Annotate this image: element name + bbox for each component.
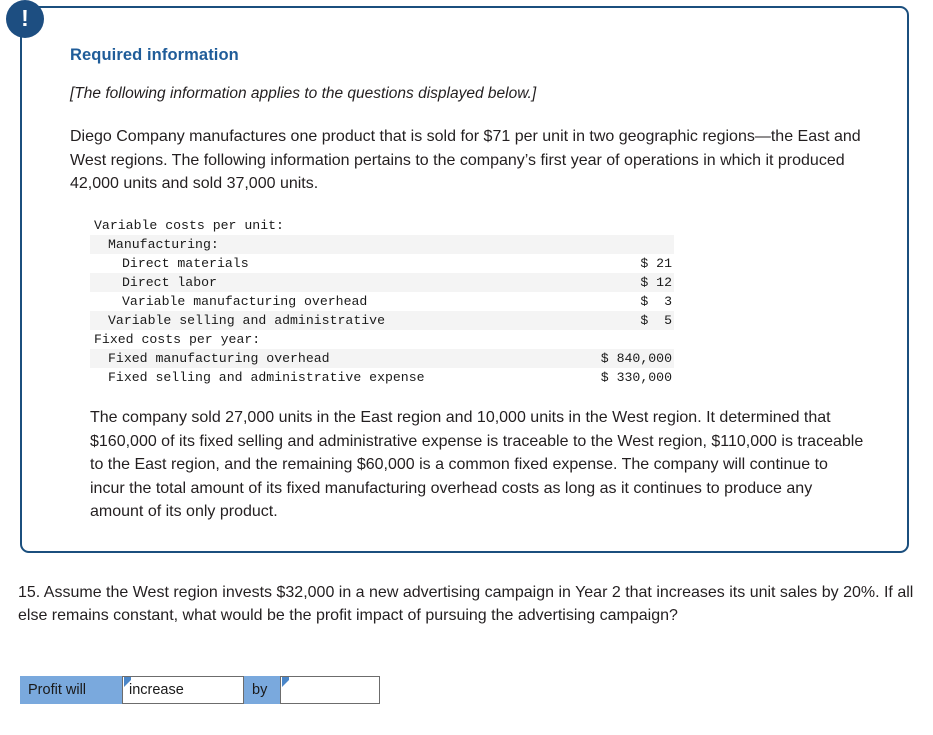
cost-table-body: Variable costs per unit: Manufacturing: Di… xyxy=(90,216,674,387)
cost-row-label: Direct materials xyxy=(122,256,249,271)
cost-row-label: Direct labor xyxy=(90,273,570,292)
question-text: 15. Assume the West region invests $32,0… xyxy=(18,584,914,624)
cost-row-label: Fixed manufacturing overhead xyxy=(90,349,570,368)
answer-label-profit-will: Profit will xyxy=(20,676,122,704)
cost-row-value: $ 5 xyxy=(569,311,674,330)
table-row: Variable selling and administrative $ 5 xyxy=(90,311,674,330)
table-row: Direct materials $ 21 xyxy=(90,254,674,273)
table-row: Fixed manufacturing overhead $ 840,000 xyxy=(90,349,674,368)
table-row: Variable costs per unit: xyxy=(90,216,674,235)
cost-row-value xyxy=(569,216,674,235)
cost-row-label: Fixed costs per year: xyxy=(94,332,261,347)
answer-label-by: by xyxy=(244,676,280,704)
table-row: Direct labor $ 12 xyxy=(90,273,674,292)
region-paragraph: The company sold 27,000 units in the Eas… xyxy=(90,409,864,520)
cost-row-label: Variable manufacturing overhead xyxy=(122,294,368,309)
cost-row-value: $ 3 xyxy=(640,294,672,309)
table-row: Manufacturing: xyxy=(90,235,674,254)
cost-row-value xyxy=(569,330,674,349)
table-row: Fixed costs per year: xyxy=(90,330,674,349)
table-row: Fixed selling and administrative expense… xyxy=(90,368,674,387)
cost-row-label: Variable costs per unit: xyxy=(94,218,284,233)
cost-row-value: $ 21 xyxy=(640,256,672,271)
cost-row-value xyxy=(569,235,674,254)
cost-structure-table: Variable costs per unit: Manufacturing: Di… xyxy=(90,216,674,387)
cost-row-value: $ 12 xyxy=(569,273,674,292)
table-row: Variable manufacturing overhead $ 3 xyxy=(90,292,674,311)
cost-row-value: $ 330,000 xyxy=(600,370,672,385)
applies-note: [The following information applies to th… xyxy=(70,85,537,102)
cost-row-label: Variable selling and administrative xyxy=(90,311,570,330)
answer-row: Profit will increase by xyxy=(20,676,380,704)
exclamation-glyph: ! xyxy=(21,4,29,31)
answer-direction-value: increase xyxy=(129,682,184,698)
panel-content: Required information [The following info… xyxy=(70,46,891,196)
cost-row-label: Fixed selling and administrative expense xyxy=(108,370,425,385)
cell-marker-icon xyxy=(124,677,131,687)
required-information-panel: Required information [The following info… xyxy=(20,6,909,553)
page-title: Required information xyxy=(70,46,239,64)
answer-amount-input[interactable] xyxy=(280,676,380,704)
exclamation-icon: ! xyxy=(6,0,44,38)
intro-paragraph: Diego Company manufactures one product t… xyxy=(70,128,861,192)
cell-marker-icon xyxy=(282,677,289,687)
cost-row-label: Manufacturing: xyxy=(90,235,570,254)
answer-direction-input[interactable]: increase xyxy=(122,676,244,704)
cost-row-value: $ 840,000 xyxy=(569,349,674,368)
